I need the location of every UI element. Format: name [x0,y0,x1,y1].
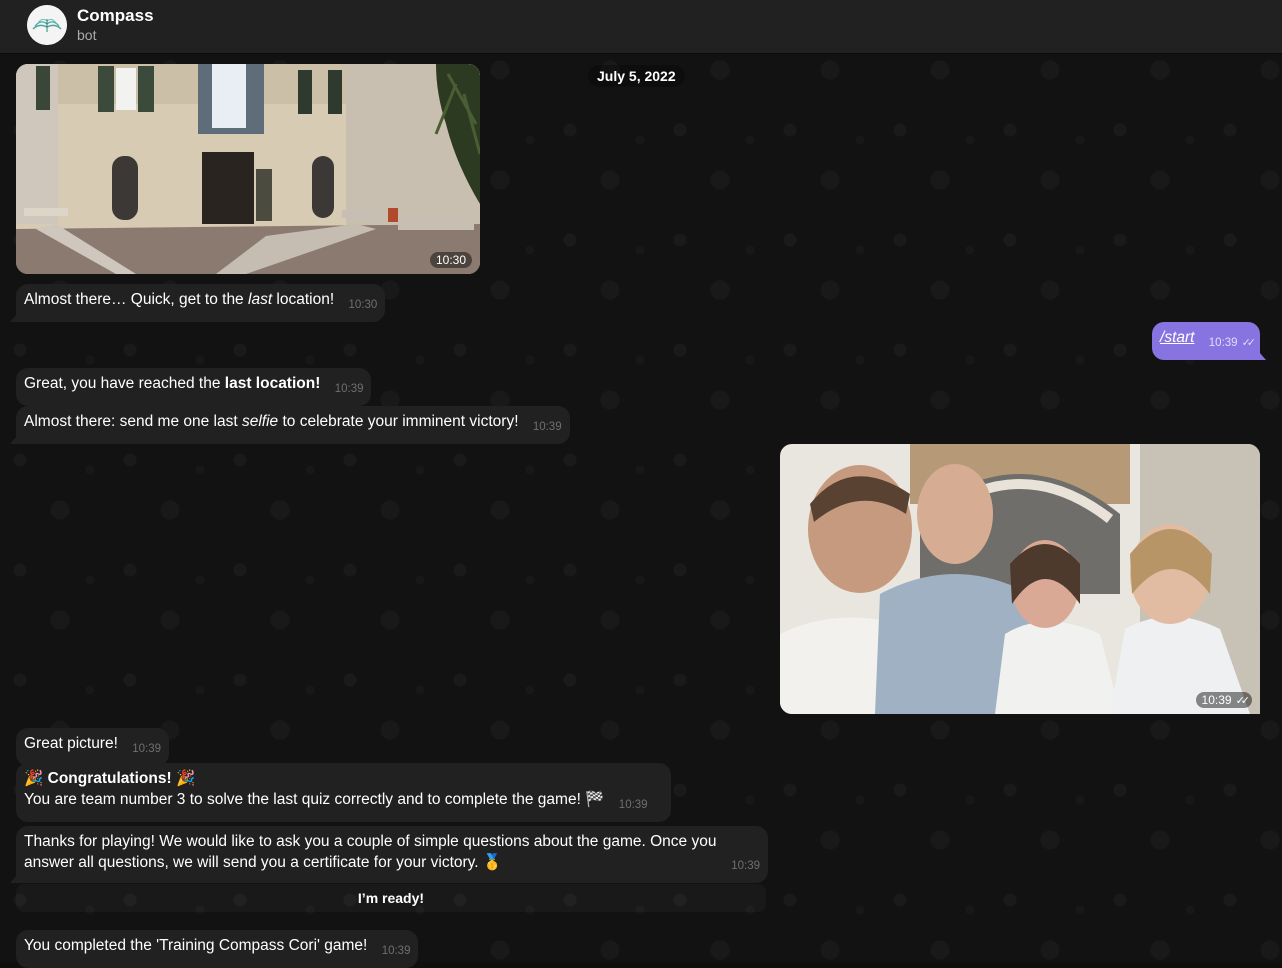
message-line-wrap: answer all questions, we will send you a… [24,852,760,873]
message-bold: last location! [224,375,321,392]
party-popper-icon: 🎉 [175,770,196,787]
message-line: answer all questions, we will send you a… [24,854,503,871]
message-bold: Congratulations! [47,770,172,787]
message-timestamp: 10:30 [348,299,378,311]
party-popper-icon: 🎉 [24,770,44,787]
courtyard-image [16,64,480,274]
selfie-image [780,444,1260,714]
message-photo-selfie[interactable]: 10:39 ✓✓ [780,444,1260,714]
message-timestamp: 10:39 [334,383,364,395]
command-link[interactable]: /start [1160,329,1194,346]
message-bubble-incoming[interactable]: Thanks for playing! We would like to ask… [10,826,768,883]
message-heading: 🎉 Congratulations! 🎉 [24,768,663,789]
timestamp-value: 10:39 [1208,337,1238,349]
message-timestamp: 10:39 [381,945,411,957]
message-body: You are team number 3 to solve the last … [24,789,663,816]
message-text: Great, you have reached the [24,375,225,392]
bot-avatar[interactable] [27,5,67,45]
double-check-icon: ✓✓ [1235,695,1251,707]
message-text: Almost there… Quick, get to the [24,291,248,308]
message-emphasis: selfie [241,413,279,430]
message-timestamp: 10:39 [532,421,562,433]
chat-subtitle: bot [77,27,97,43]
message-text: to celebrate your imminent victory! [278,413,519,430]
message-bubble-incoming[interactable]: You completed the 'Training Compass Cori… [16,930,419,968]
message-bubble-incoming[interactable]: Great, you have reached the last locatio… [16,368,372,406]
photo-timestamp: 10:39 ✓✓ [1195,692,1252,708]
compass-logo-icon [27,5,67,45]
message-text: Great picture! [24,735,118,752]
inline-keyboard-button-ready[interactable]: I’m ready! [16,884,766,912]
message-photo-courtyard[interactable]: 10:30 [16,64,480,274]
message-timestamp: 10:39 ✓✓ [1208,333,1257,354]
message-bubble-incoming[interactable]: 🎉 Congratulations! 🎉 You are team number… [16,763,671,822]
message-text: You are team number 3 to solve the last … [24,791,605,808]
message-bubble-outgoing[interactable]: /start 10:39 ✓✓ [1152,322,1266,360]
photo-timestamp: 10:30 [429,252,472,268]
date-separator: July 5, 2022 [588,65,685,87]
message-timestamp: 10:39 [618,799,648,811]
chat-title: Compass [77,6,154,25]
message-text: location! [272,291,335,308]
message-timestamp: 10:39 [731,860,760,872]
message-text: Almost there: send me one last [24,413,242,430]
message-emphasis: last [248,291,273,308]
chat-header[interactable]: Compass bot [0,0,1282,53]
message-text: You completed the 'Training Compass Cori… [24,937,368,954]
message-line: Thanks for playing! We would like to ask… [24,833,717,850]
timestamp-value: 10:39 [1201,693,1232,707]
double-check-icon: ✓✓ [1241,337,1257,349]
message-timestamp: 10:39 [132,743,161,755]
message-bubble-incoming[interactable]: Almost there: send me one last selfie to… [10,406,570,444]
message-bubble-incoming[interactable]: Almost there… Quick, get to the last loc… [9,284,386,322]
message-bubble-incoming[interactable]: Great picture! 10:39 [16,728,169,766]
